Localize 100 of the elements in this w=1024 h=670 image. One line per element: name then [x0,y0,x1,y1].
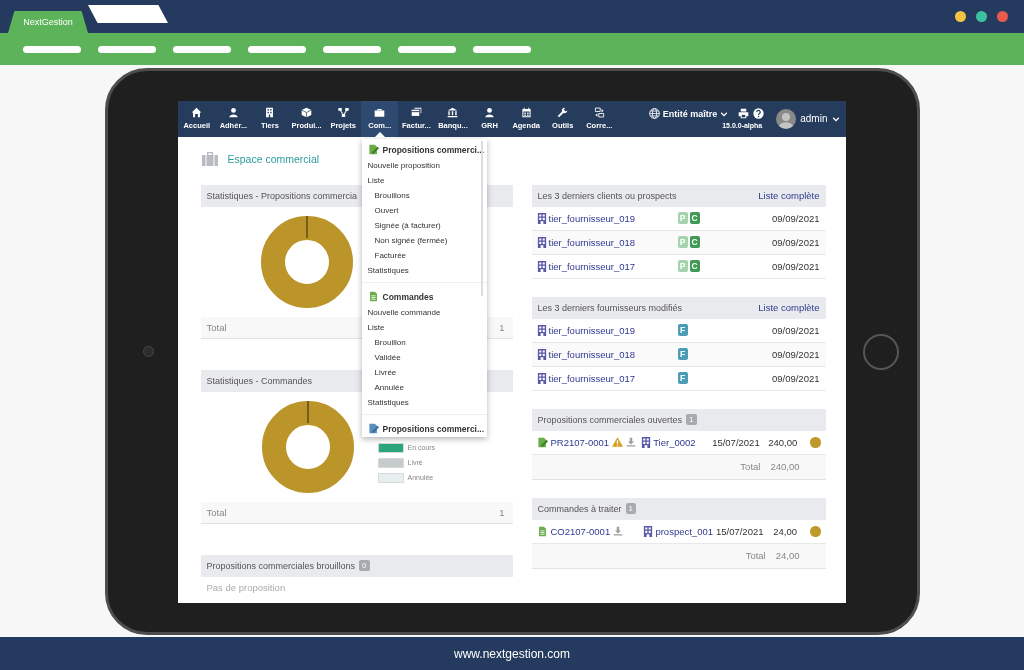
diagram-icon [337,107,349,118]
panel-title: Les 3 derniers clients ou prospects [537,190,677,201]
document-link[interactable]: PR2107-0001 [550,436,610,448]
document-pen-icon [367,423,379,434]
briefcase-icon [374,107,386,118]
menu-item[interactable]: Facturée [361,247,487,263]
date-text: 15/07/2021 [715,525,765,537]
panel-title: Statistiques - Propositions commercia [206,190,358,201]
entity-selector[interactable]: Entité maître [648,108,729,119]
building-icon [536,260,547,272]
company-link[interactable]: tier_fournisseur_018 [548,236,636,248]
printer-icon[interactable] [738,108,750,119]
total-label: Total [745,550,766,561]
download-icon[interactable] [626,437,637,447]
cards-icon [410,107,422,118]
menu-item[interactable]: Nouvelle proposition [361,157,487,173]
amount-text: 24,00 [773,525,797,537]
total-value: 1 [499,321,505,333]
building-icon [264,107,276,118]
camera-dot [143,346,154,357]
menu-item[interactable]: Brouillon [361,334,487,350]
blank-tab[interactable] [88,5,168,23]
full-list-link[interactable]: Liste complète [758,302,820,313]
menu-item[interactable]: Nouvelle commande [361,304,487,320]
type-tag: F [677,348,688,360]
placeholder-bar [23,45,81,53]
company-link[interactable]: tier_fournisseur_017 [548,260,636,272]
date-text: 09/09/2021 [771,260,820,272]
building-icon [536,236,547,248]
user-menu[interactable]: admin [776,108,846,129]
placeholder-bar [473,45,531,53]
menu-item[interactable]: Liste [361,319,487,335]
document-link[interactable]: CO2107-0001 [550,525,611,537]
panel-title: Commandes à traiter [537,503,622,514]
menu-item[interactable]: Statistiques [361,262,487,278]
menu-section-title[interactable]: Commandes [361,288,487,305]
menu-item[interactable]: Brouillons [361,187,487,203]
placeholder-bar [98,45,156,53]
menu-item[interactable]: Non signée (fermée) [361,232,487,248]
date-text: 09/09/2021 [771,324,820,336]
company-link[interactable]: prospect_001 [655,525,713,537]
amount-text: 240,00 [768,436,798,448]
website-url[interactable]: www.nextgestion.com [453,646,571,661]
menu-item[interactable]: Validée [361,349,487,365]
help-icon[interactable] [753,108,765,119]
type-tag: F [677,324,688,336]
company-link[interactable]: tier_fournisseur_019 [548,324,636,336]
panel-title: Propositions commerciales brouillons [206,560,356,571]
document-pen-icon [367,144,379,155]
menu-section-title[interactable]: Propositions commerci... [361,420,487,437]
date-text: 09/09/2021 [771,372,820,384]
briefcase-icon [200,150,219,167]
count-badge: 0 [359,560,370,571]
person-icon [484,107,496,118]
date-text: 15/07/2021 [712,436,761,448]
calendar-icon [520,107,532,118]
close-dot[interactable] [997,11,1008,22]
placeholder-bar [323,45,381,53]
document-pen-icon [536,436,548,448]
person-icon [227,107,239,118]
date-text: 09/09/2021 [771,348,820,360]
panel-title: Statistiques - Commandes [206,375,313,386]
wrench-icon [557,107,569,118]
maximize-dot[interactable] [976,11,987,22]
placeholder-bar [398,45,456,53]
building-icon [536,212,547,224]
globe-icon [648,108,660,119]
menu-item[interactable]: Liste [361,172,487,188]
empty-message: Pas de proposition [205,581,287,595]
menu-section-title[interactable]: Propositions commerci... [361,141,487,158]
menu-item[interactable]: Statistiques [361,394,487,410]
type-tag: C [689,212,700,224]
menu-item[interactable]: Signée (à facturer) [361,217,487,233]
minimize-dot[interactable] [955,11,966,22]
count-badge: 1 [686,414,697,425]
cube-icon [301,107,313,118]
panel-title: Propositions commerciales ouvertes [537,414,683,425]
company-link[interactable]: tier_fournisseur_018 [548,348,636,360]
total-label: Total [206,506,227,518]
menu-item[interactable]: Ouvert [361,202,487,218]
chevron-down-icon [720,109,729,118]
building-icon [643,525,654,537]
download-icon[interactable] [613,526,624,536]
total-label: Total [740,461,761,472]
transfer-icon [593,107,605,118]
menu-item[interactable]: Livrée [361,364,487,380]
date-text: 09/09/2021 [771,212,820,224]
type-tag: C [689,236,700,248]
building-icon [536,372,547,384]
panel-title: Les 3 derniers fournisseurs modifiés [537,302,683,313]
building-icon [641,436,652,448]
company-link[interactable]: tier_fournisseur_019 [548,212,636,224]
page-title: Espace commercial [227,152,320,165]
full-list-link[interactable]: Liste complète [758,190,820,201]
total-value: 24,00 [775,550,800,561]
total-label: Total [206,321,227,333]
menu-item[interactable]: Annulée [361,379,487,395]
company-link[interactable]: Tier_0002 [653,436,696,448]
date-text: 09/09/2021 [771,236,820,248]
company-link[interactable]: tier_fournisseur_017 [548,372,636,384]
